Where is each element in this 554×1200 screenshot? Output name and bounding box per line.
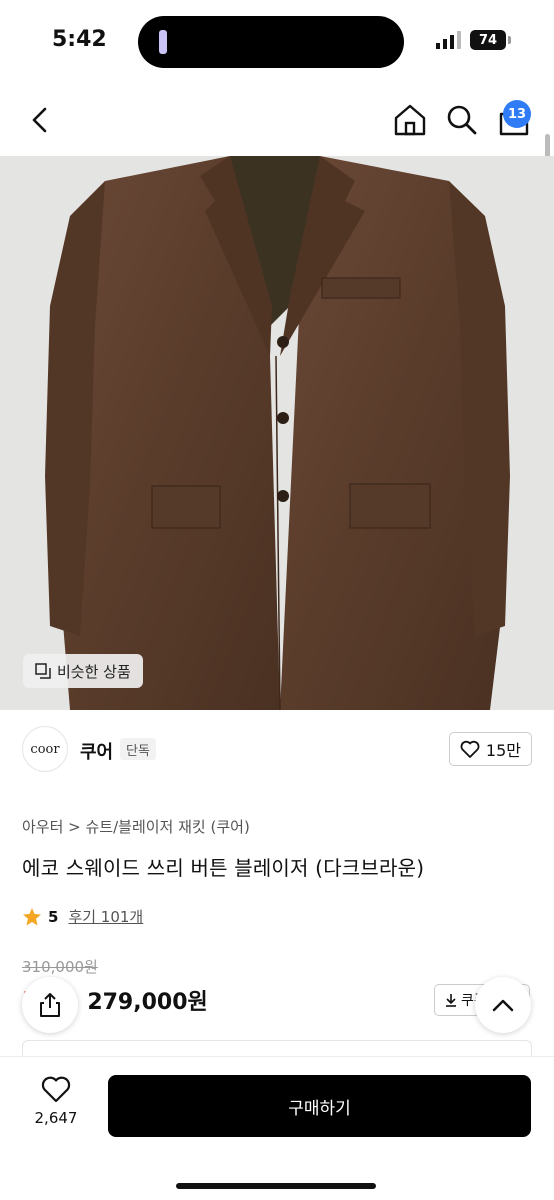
similar-items-icon	[35, 663, 51, 679]
reviews-link[interactable]: 후기 101개	[68, 906, 143, 927]
back-chevron-icon	[32, 107, 47, 133]
similar-products-button[interactable]: 비슷한 상품	[23, 654, 143, 688]
share-icon	[40, 993, 60, 1017]
brand-row: coor 쿠어 단독 15만	[22, 726, 532, 774]
breadcrumb[interactable]: 아우터 > 슈트/블레이저 재킷 (쿠어)	[22, 816, 250, 837]
wishlist-button[interactable]: 2,647	[22, 1075, 90, 1155]
similar-products-label: 비슷한 상품	[57, 662, 131, 681]
dynamic-island	[138, 16, 404, 68]
jacket-photo	[45, 156, 510, 710]
wishlist-count: 2,647	[34, 1109, 78, 1127]
star-icon	[23, 907, 41, 925]
battery-icon: 74	[470, 30, 511, 50]
battery-level: 74	[478, 32, 498, 48]
product-title: 에코 스웨이드 쓰리 버튼 블레이저 (다크브라운)	[22, 856, 425, 880]
brand-like-count: 15만	[485, 741, 521, 760]
chevron-up-icon	[492, 999, 514, 1012]
flashlight-icon	[159, 30, 167, 54]
home-icon[interactable]	[390, 100, 430, 140]
home-indicator	[176, 1183, 376, 1189]
status-bar: 5:42 74	[0, 0, 554, 84]
cart-count-badge: 13	[503, 100, 531, 128]
back-button[interactable]	[22, 102, 58, 138]
brand-name[interactable]: 쿠어	[80, 738, 113, 764]
bottom-action-bar: 2,647 구매하기	[0, 1056, 554, 1200]
search-icon[interactable]	[442, 100, 482, 140]
rating-row: 5 후기 101개	[22, 906, 143, 927]
share-button[interactable]	[22, 977, 78, 1033]
top-nav	[0, 84, 554, 156]
download-icon	[446, 994, 456, 1007]
signal-icon	[436, 31, 461, 49]
product-image[interactable]: 비슷한 상품	[0, 156, 554, 710]
heart-icon	[41, 1076, 71, 1103]
exclusive-badge: 단독	[120, 738, 156, 760]
heart-icon	[460, 740, 480, 758]
status-icons: 74	[436, 30, 511, 50]
rating-value: 5	[48, 907, 59, 926]
brand-logo[interactable]: coor	[22, 726, 68, 772]
status-time: 5:42	[52, 27, 107, 52]
brand-logo-text: coor	[30, 741, 60, 757]
sale-price: 279,000원	[87, 990, 208, 1015]
scroll-to-top-button[interactable]	[475, 977, 531, 1033]
original-price: 310,000원	[22, 958, 98, 976]
buy-button[interactable]: 구매하기	[108, 1075, 531, 1137]
brand-like-button[interactable]: 15만	[448, 732, 532, 766]
